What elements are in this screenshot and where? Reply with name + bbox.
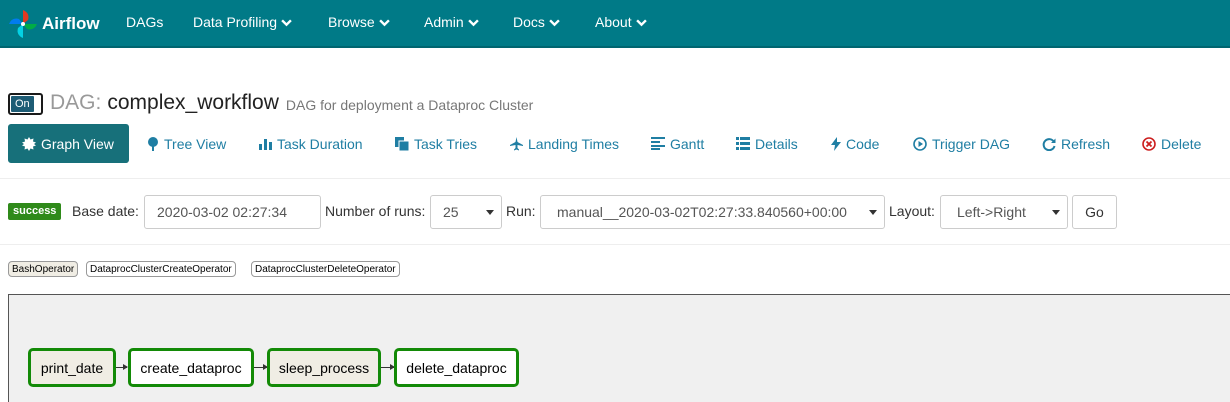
tab-details-label: Details [755, 135, 798, 152]
airflow-logo-icon [6, 7, 40, 41]
chevron-down-icon [378, 18, 390, 26]
nav-admin-label: Admin [424, 14, 464, 30]
tab-gantt-label: Gantt [670, 135, 705, 152]
tab-trigger-dag[interactable]: Trigger DAG [913, 124, 1010, 163]
tab-refresh[interactable]: Refresh [1042, 124, 1110, 163]
divider [0, 244, 1230, 245]
remove-circle-icon [1142, 136, 1156, 151]
tab-graph-view[interactable]: Graph View [8, 124, 129, 163]
layout-select[interactable]: Left->Right [940, 195, 1068, 229]
nav-browse-label: Browse [328, 14, 375, 30]
dag-title-row: On DAG: complex_workflow DAG for deploym… [8, 88, 533, 116]
select-caret-icon [1052, 210, 1060, 215]
task-node[interactable]: sleep_process [267, 348, 381, 387]
task-node-label: delete_dataproc [406, 359, 507, 376]
base-date-label: Base date: [72, 203, 139, 219]
run-value: manual__2020-03-02T02:27:33.840560+00:00 [557, 204, 847, 220]
base-date-input[interactable]: 2020-03-02 02:27:34 [144, 195, 321, 229]
tab-code[interactable]: Code [831, 124, 879, 163]
nav-about-label: About [595, 14, 632, 30]
task-node[interactable]: print_date [28, 348, 116, 387]
tab-task-tries[interactable]: Task Tries [395, 124, 477, 163]
tab-task-duration[interactable]: Task Duration [259, 124, 363, 163]
num-runs-label: Number of runs: [325, 203, 426, 219]
chevron-down-icon [549, 18, 560, 26]
legend-dataproc-create-operator: DataprocClusterCreateOperator [86, 261, 236, 277]
legend-dataproc-delete-operator: DataprocClusterDeleteOperator [251, 261, 400, 277]
plane-icon [510, 136, 523, 150]
tab-details[interactable]: Details [736, 124, 798, 163]
tab-landing-times[interactable]: Landing Times [510, 124, 619, 163]
task-node[interactable]: delete_dataproc [394, 348, 519, 387]
nav-admin[interactable]: Admin [424, 14, 479, 30]
toggle-on-label: On [11, 96, 34, 112]
brand[interactable]: Airflow [6, 4, 100, 44]
nav-data-profiling-label: Data Profiling [193, 14, 278, 30]
brand-name: Airflow [42, 14, 100, 33]
list-icon [736, 137, 750, 150]
nav-data-profiling[interactable]: Data Profiling [193, 14, 292, 30]
tab-tree-view-label: Tree View [164, 135, 227, 152]
duplicate-icon [395, 136, 409, 151]
tab-gantt[interactable]: Gantt [651, 124, 704, 163]
tab-refresh-label: Refresh [1061, 135, 1111, 152]
nav-dags-label: DAGs [126, 14, 164, 30]
nav-dags[interactable]: DAGs [126, 14, 163, 30]
chevron-down-icon [635, 18, 647, 26]
chevron-down-icon [281, 18, 292, 26]
select-caret-icon [486, 210, 494, 215]
chevron-down-icon [467, 18, 479, 26]
tab-task-tries-label: Task Tries [414, 135, 478, 152]
num-runs-select[interactable]: 25 [430, 195, 502, 229]
dag-pause-toggle[interactable]: On [8, 93, 43, 115]
tab-landing-times-label: Landing Times [528, 135, 620, 152]
task-node[interactable]: create_dataproc [128, 348, 254, 387]
task-node-label: sleep_process [278, 359, 370, 376]
tab-delete-label: Delete [1161, 135, 1202, 152]
tab-trigger-dag-label: Trigger DAG [932, 135, 1011, 152]
select-caret-icon [869, 210, 877, 215]
align-left-icon [651, 137, 665, 150]
nav-docs-label: Docs [513, 14, 545, 30]
legend-bash-operator: BashOperator [8, 261, 79, 277]
task-node-label: create_dataproc [140, 359, 242, 376]
tree-icon [148, 136, 158, 151]
tab-task-duration-label: Task Duration [277, 135, 363, 152]
flash-icon [831, 136, 841, 151]
dag-description: DAG for deployment a Dataproc Cluster [285, 97, 534, 113]
nav-docs[interactable]: Docs [513, 14, 560, 30]
run-label: Run: [506, 203, 536, 219]
certificate-icon [22, 136, 36, 151]
dag-id: complex_workflow [107, 91, 279, 114]
base-date-value: 2020-03-02 02:27:34 [157, 204, 287, 220]
tab-tree-view[interactable]: Tree View [147, 124, 226, 163]
play-circle-icon [913, 136, 927, 151]
layout-value: Left->Right [957, 204, 1026, 220]
dag-prefix: DAG: [50, 91, 102, 114]
tab-delete[interactable]: Delete [1142, 124, 1201, 163]
status-badge: success [8, 203, 62, 220]
run-select[interactable]: manual__2020-03-02T02:27:33.840560+00:00 [540, 195, 885, 229]
tab-code-label: Code [846, 135, 880, 152]
divider [0, 178, 1230, 179]
tab-graph-view-label: Graph View [41, 135, 114, 152]
num-runs-value: 25 [443, 204, 459, 220]
task-node-label: print_date [40, 359, 104, 376]
nav-browse[interactable]: Browse [328, 14, 390, 30]
layout-label: Layout: [889, 203, 935, 219]
nav-about[interactable]: About [595, 14, 647, 30]
dag-graph-canvas[interactable]: print_date create_dataproc sleep_process… [8, 294, 1230, 402]
bar-chart-icon [259, 139, 272, 150]
refresh-icon [1042, 137, 1056, 151]
go-button[interactable]: Go [1072, 195, 1117, 229]
top-navbar: Airflow DAGs Data Profiling Browse Admin… [0, 0, 1230, 48]
